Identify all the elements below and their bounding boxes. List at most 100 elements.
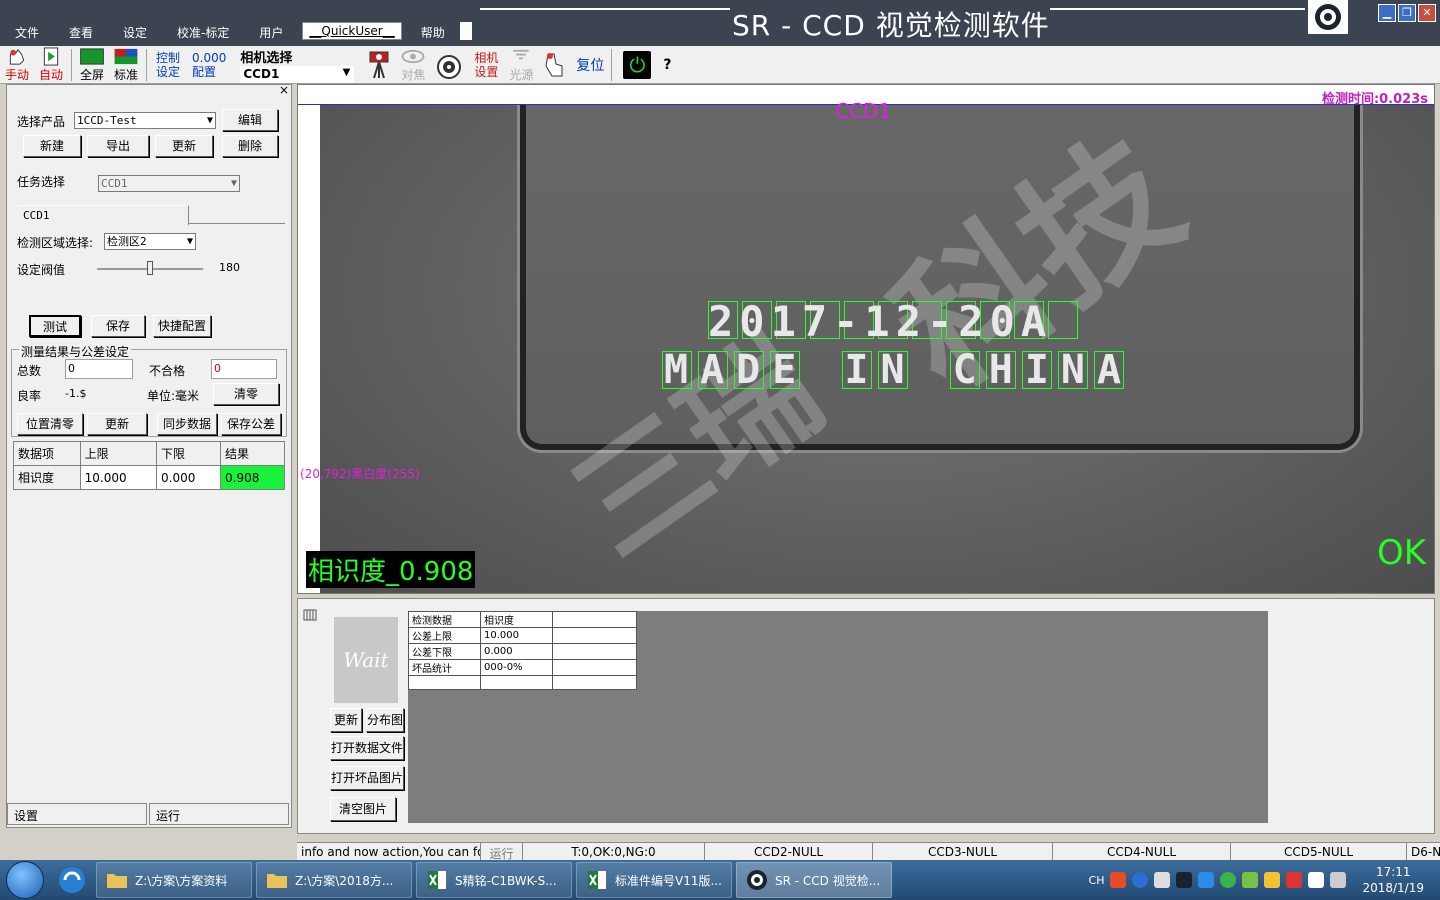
camera-ccd-label: CCD1 [835, 99, 892, 123]
delete-button[interactable]: 删除 [222, 135, 278, 157]
app-logo-icon [1308, 0, 1348, 34]
update-button[interactable]: 更新 [155, 135, 213, 157]
network-tray-icon[interactable] [1264, 872, 1281, 888]
camera-view[interactable]: 科技 三瑞 2017-12-20A MADE IN CHINA CCD1 检测时… [297, 84, 1435, 594]
security-tray-icon[interactable] [1242, 872, 1259, 888]
help-tray-icon[interactable] [1132, 872, 1149, 888]
focus-button[interactable]: 对焦 [396, 47, 430, 83]
clock[interactable]: 17:11 2018/1/19 [1362, 864, 1424, 896]
distribution-button[interactable]: 分布图 [366, 708, 404, 732]
tab-settings[interactable]: 设置 [7, 803, 147, 825]
pinned-app-icon[interactable] [52, 863, 92, 897]
config-button[interactable]: 0.000 配置 [186, 51, 232, 79]
update-tolerance-button[interactable]: 更新 [87, 413, 147, 435]
camera-select-group: 相机选择 CCD1 ▼ [232, 47, 362, 83]
threshold-slider-thumb[interactable] [147, 261, 153, 275]
new-button[interactable]: 新建 [23, 135, 81, 157]
total-label: 总数 [17, 364, 42, 378]
close-icon[interactable]: ✕ [1418, 4, 1436, 22]
product-label: 选择产品 [17, 115, 66, 129]
config-label-bottom: 配置 [192, 64, 217, 79]
clear-images-button[interactable]: 清空图片 [330, 797, 396, 821]
export-button[interactable]: 导出 [87, 135, 149, 157]
flag-tray-icon[interactable] [1286, 872, 1303, 888]
volume-icon[interactable] [1330, 872, 1347, 888]
save-button[interactable]: 保存 [91, 315, 145, 337]
star-tray-icon[interactable] [1198, 872, 1215, 888]
title-decor-line [1050, 8, 1305, 10]
position-clear-button[interactable]: 位置清零 [17, 413, 83, 435]
table-cell-upper[interactable]: 10.000 [79, 465, 158, 490]
camera-settings-top: 相机 [474, 50, 499, 65]
table-row[interactable]: 相识度 10.000 0.000 0.908 [13, 465, 285, 490]
power-icon[interactable]: ⏻ [623, 50, 652, 79]
status-ccd2: CCD2-NULL [705, 843, 873, 860]
table-cell-lower[interactable]: 0.000 [156, 465, 222, 490]
pointer-hand-icon [545, 52, 563, 76]
standard-view-icon [114, 48, 138, 64]
wechat-icon[interactable] [1220, 872, 1237, 888]
total-field[interactable]: 0 [65, 359, 133, 379]
update-chart-button[interactable]: 更新 [330, 708, 362, 732]
menu-file[interactable]: 文件 [0, 20, 54, 44]
left-panel: × 选择产品 1CCD-Test ▼ 编辑 新建 导出 更新 删除 任务选择 C… [6, 83, 292, 828]
sogou-input-icon[interactable] [1110, 872, 1127, 888]
restore-icon[interactable]: ❐ [1398, 4, 1416, 22]
menu-bar: 文件 查看 设定 校准-标定 用户 __QuickUser__ 帮助 [0, 20, 472, 44]
reset-button[interactable]: 复位 [572, 47, 608, 83]
control-label-top: 控制 [156, 50, 181, 65]
control-label-bottom: 设定 [156, 64, 181, 79]
menu-user[interactable]: 用户 [244, 20, 298, 44]
stats-cell: 相识度 [480, 611, 553, 628]
camera-settings-button[interactable]: 相机 设置 [468, 51, 504, 79]
reset-hand-icon-button[interactable] [538, 47, 572, 83]
region-select[interactable]: 检测区2 ▼ [104, 233, 196, 250]
camera-lens-button[interactable] [430, 47, 468, 83]
camera-select-dropdown[interactable]: CCD1 ▼ [240, 65, 355, 83]
minimize-icon[interactable]: ▁ [1378, 4, 1396, 22]
manual-button[interactable]: 手动 [0, 47, 34, 83]
camera-icon-button[interactable] [362, 47, 396, 83]
tray-language[interactable]: CH [1089, 874, 1105, 887]
menu-settings[interactable]: 设定 [108, 20, 162, 44]
tab-ccd1[interactable]: CCD1 [17, 205, 189, 225]
stats-cell [552, 627, 637, 644]
table-row: 检测数据 相识度 [408, 611, 637, 628]
menu-quick-user[interactable]: __QuickUser__ [302, 22, 402, 40]
edit-button[interactable]: 编辑 [222, 109, 278, 131]
help-button[interactable]: ? [659, 47, 675, 83]
open-data-file-button[interactable]: 打开数据文件 [330, 736, 404, 760]
auto-button[interactable]: 自动 [34, 46, 68, 83]
taskbar-item-folder1[interactable]: Z:\方案\方案资料 [96, 862, 252, 898]
ng-field[interactable]: 0 [211, 359, 277, 379]
control-settings-button[interactable]: 控制 设定 [150, 51, 186, 79]
camera-image: 科技 三瑞 2017-12-20A MADE IN CHINA [320, 85, 1434, 593]
open-defect-images-button[interactable]: 打开坏品图片 [330, 766, 404, 790]
sr-ccd-tray-icon[interactable] [1176, 872, 1193, 888]
monitor-tray-icon[interactable] [1308, 872, 1325, 888]
camera-left-strip [298, 105, 320, 593]
light-button[interactable]: 光源 [504, 47, 538, 83]
taskbar-item-sr-ccd[interactable]: SR - CCD 视觉检... [736, 862, 892, 898]
panel-close-icon[interactable]: × [279, 83, 289, 97]
tab-run[interactable]: 运行 [149, 803, 289, 825]
standard-button[interactable]: 标准 [109, 47, 143, 83]
quick-config-button[interactable]: 快捷配置 [153, 315, 211, 337]
fullscreen-button[interactable]: 全屏 [75, 47, 109, 83]
tray-arrow-icon[interactable] [1154, 872, 1171, 888]
product-select[interactable]: 1CCD-Test ▼ [74, 112, 216, 129]
save-tolerance-button[interactable]: 保存公差 [221, 413, 281, 435]
clear-button[interactable]: 清零 [213, 383, 279, 405]
taskbar-item-excel1[interactable]: S精铭-C1BWK-S... [416, 862, 572, 898]
menu-help[interactable]: 帮助 [406, 20, 460, 44]
menu-calibration[interactable]: 校准-标定 [162, 20, 244, 44]
toolbar: 手动 自动 全屏 标准 控制 设定 0.000 配置 相机选择 CCD1 ▼ 对… [0, 46, 1440, 84]
test-button[interactable]: 测试 [29, 315, 81, 337]
start-button-icon[interactable] [6, 861, 44, 899]
yield-label: 良率 [17, 389, 42, 403]
task-select[interactable]: CCD1 ▼ [98, 175, 240, 192]
sync-data-button[interactable]: 同步数据 [157, 413, 217, 435]
taskbar-item-excel2[interactable]: 标准件编号V11版... [576, 862, 732, 898]
taskbar-item-folder2[interactable]: Z:\方案\2018方... [256, 862, 412, 898]
menu-view[interactable]: 查看 [54, 20, 108, 44]
